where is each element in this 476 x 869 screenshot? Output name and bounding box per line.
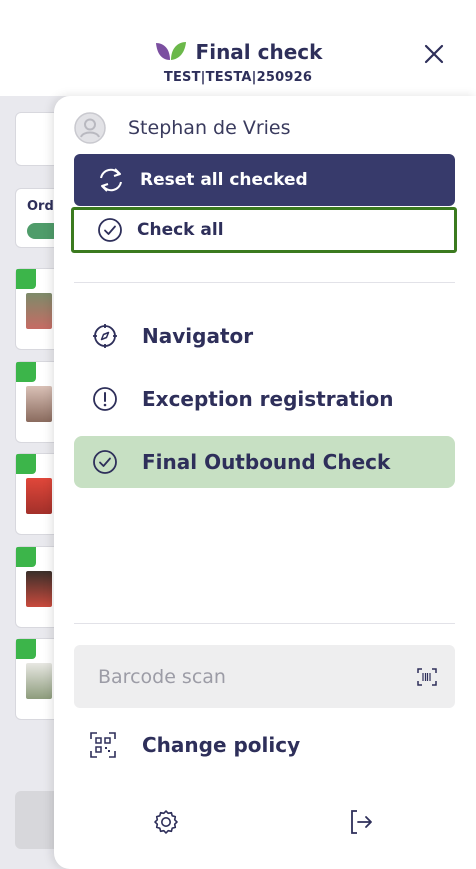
nav-item-exception-registration[interactable]: Exception registration bbox=[74, 373, 455, 425]
user-info: Stephan de Vries bbox=[74, 112, 291, 144]
check-all-button[interactable]: Check all bbox=[71, 207, 457, 253]
side-drawer: Stephan de Vries Reset all checked Check… bbox=[54, 96, 476, 869]
logout-icon[interactable] bbox=[347, 808, 375, 836]
divider bbox=[74, 282, 455, 283]
background-order-label: Ord bbox=[27, 199, 54, 214]
change-policy-button[interactable]: Change policy bbox=[90, 732, 300, 758]
close-icon[interactable] bbox=[422, 42, 446, 66]
compass-icon bbox=[92, 323, 118, 349]
change-policy-label: Change policy bbox=[142, 733, 301, 757]
reset-all-checked-label: Reset all checked bbox=[140, 170, 308, 190]
product-thumbnail bbox=[26, 386, 52, 422]
barcode-scan-icon[interactable] bbox=[417, 667, 437, 687]
product-thumbnail bbox=[26, 663, 52, 699]
product-thumbnail bbox=[26, 571, 52, 607]
nav-item-final-outbound-check[interactable]: Final Outbound Check bbox=[74, 436, 455, 488]
refresh-icon bbox=[96, 166, 126, 194]
page-subtitle: TEST|TESTA|250926 bbox=[163, 70, 313, 85]
check-circle-icon bbox=[97, 217, 123, 243]
nav-item-label: Navigator bbox=[142, 324, 254, 348]
checked-icon bbox=[16, 547, 36, 567]
qr-code-icon bbox=[90, 732, 116, 758]
page-title: Final check bbox=[195, 40, 323, 64]
header: Final check TEST|TESTA|250926 bbox=[0, 0, 476, 96]
check-circle-icon bbox=[92, 449, 118, 475]
check-all-label: Check all bbox=[137, 220, 224, 240]
user-avatar-icon bbox=[74, 112, 106, 144]
title-row: Final check bbox=[0, 40, 476, 64]
settings-icon[interactable] bbox=[152, 808, 180, 836]
user-name: Stephan de Vries bbox=[128, 117, 291, 139]
nav-item-navigator[interactable]: Navigator bbox=[74, 310, 455, 362]
checked-icon bbox=[16, 362, 36, 382]
nav-item-label: Exception registration bbox=[142, 387, 394, 411]
nav-item-label: Final Outbound Check bbox=[142, 450, 391, 474]
barcode-scan-input[interactable] bbox=[96, 664, 380, 689]
reset-all-checked-button[interactable]: Reset all checked bbox=[74, 154, 455, 206]
checked-icon bbox=[16, 269, 36, 289]
leaf-logo-icon bbox=[154, 40, 188, 64]
exclamation-circle-icon bbox=[92, 386, 118, 412]
checked-icon bbox=[16, 454, 36, 474]
product-thumbnail bbox=[26, 293, 52, 329]
divider bbox=[74, 623, 455, 624]
product-thumbnail bbox=[26, 478, 52, 514]
barcode-scan-field[interactable] bbox=[74, 645, 455, 708]
checked-icon bbox=[16, 639, 36, 659]
